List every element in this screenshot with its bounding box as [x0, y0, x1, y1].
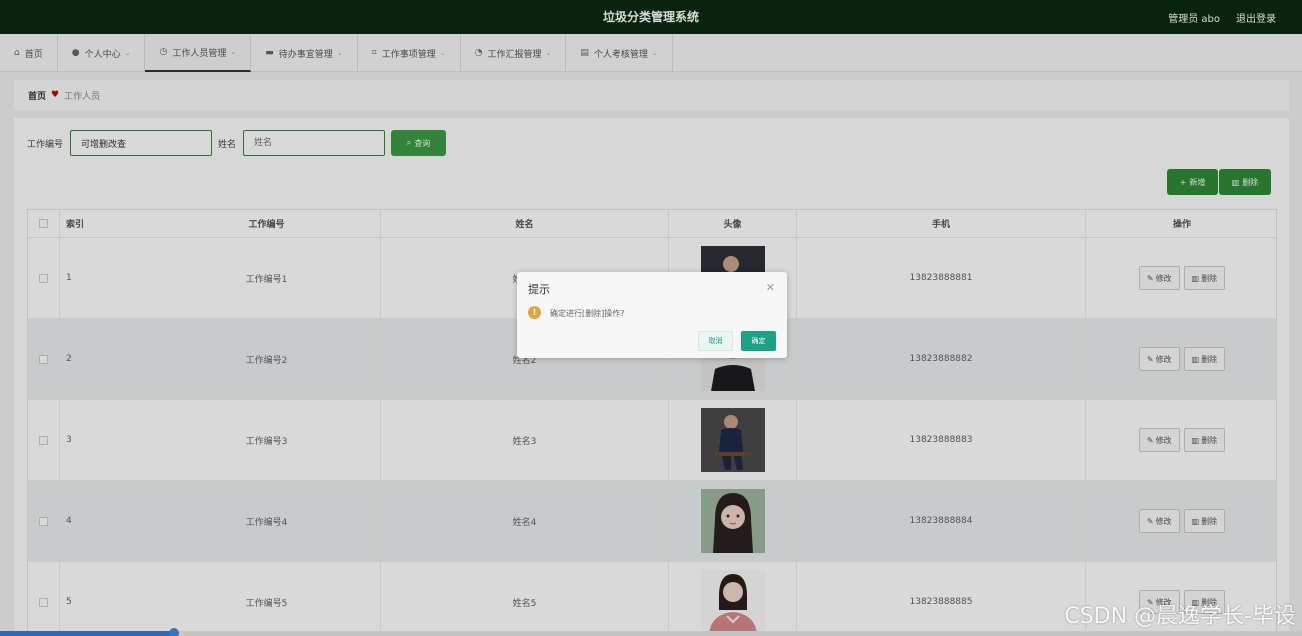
confirm-dialog: 提示 ✕ ! 确定进行[删除]操作? 取消 确定 — [517, 272, 787, 358]
cancel-button[interactable]: 取消 — [698, 331, 733, 351]
confirm-button[interactable]: 确定 — [741, 331, 776, 351]
dialog-title: 提示 — [528, 283, 550, 296]
close-icon[interactable]: ✕ — [766, 281, 775, 294]
watermark: CSDN @晨逸学长-毕设 — [1064, 604, 1296, 629]
warning-icon: ! — [528, 306, 541, 319]
dialog-message: 确定进行[删除]操作? — [550, 309, 625, 318]
